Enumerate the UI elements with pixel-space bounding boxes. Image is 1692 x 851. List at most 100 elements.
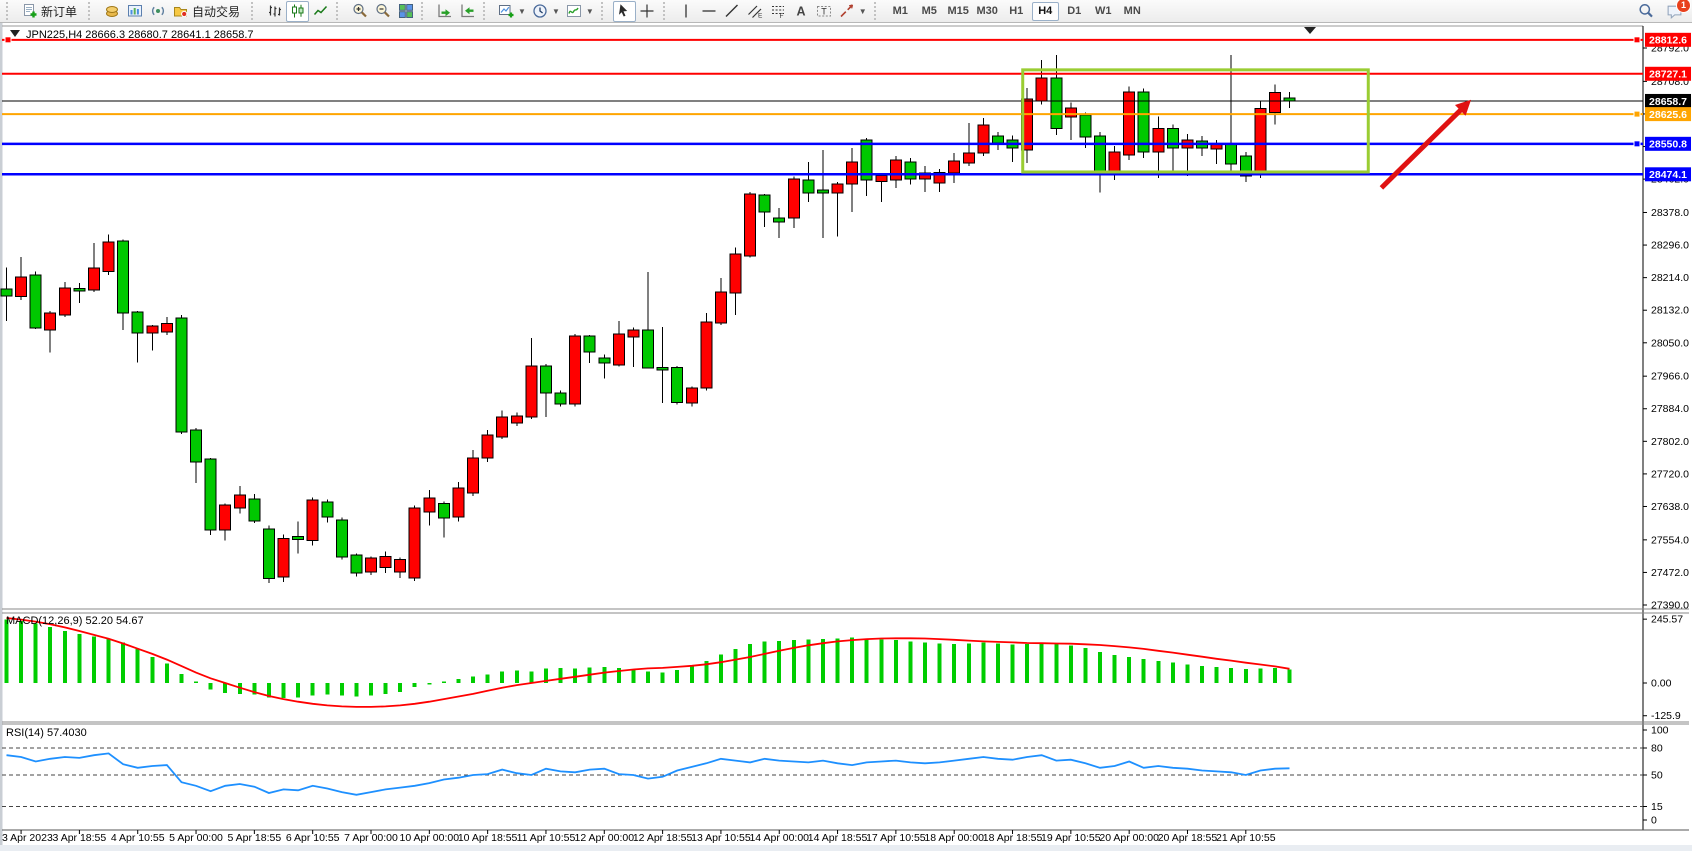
autotrade-icon: [173, 3, 189, 19]
deposit-button[interactable]: [100, 1, 123, 22]
svg-text:5 Apr 18:55: 5 Apr 18:55: [228, 832, 282, 844]
line-handle[interactable]: [1634, 37, 1640, 43]
vline-icon: [678, 3, 694, 19]
svg-text:27472.0: 27472.0: [1651, 567, 1689, 579]
svg-text:100: 100: [1651, 725, 1669, 737]
svg-text:5 Apr 00:00: 5 Apr 00:00: [169, 832, 223, 844]
new-order-button-label: 新订单: [41, 3, 77, 20]
zoom-out-button[interactable]: [371, 1, 394, 22]
cursor-button[interactable]: [613, 1, 636, 22]
line-handle[interactable]: [5, 37, 11, 43]
time-axis: 3 Apr 20233 Apr 18:554 Apr 10:555 Apr 00…: [2, 830, 1276, 844]
svg-text:18 Apr 00:00: 18 Apr 00:00: [924, 832, 984, 844]
cursor-icon: [616, 3, 632, 19]
candlestick-icon: [290, 3, 306, 19]
deposit-icon: [104, 3, 120, 19]
svg-text:T: T: [822, 6, 828, 16]
svg-text:28050.0: 28050.0: [1651, 337, 1689, 349]
timeframe-h1-button[interactable]: H1: [1003, 2, 1030, 21]
crosshair-button[interactable]: [636, 1, 659, 22]
window-left-edge: [0, 23, 3, 851]
svg-text:28658.7: 28658.7: [1649, 96, 1687, 108]
timeframe-m5-button[interactable]: M5: [916, 2, 943, 21]
crosshair-icon: [639, 3, 655, 19]
shapes-icon: [839, 3, 855, 19]
timeframe-m30-button[interactable]: M30: [974, 2, 1001, 21]
svg-text:27638.0: 27638.0: [1651, 501, 1689, 513]
market-watch-button[interactable]: [123, 1, 146, 22]
timeframe-w1-button[interactable]: W1: [1090, 2, 1117, 21]
trendline-button[interactable]: [721, 1, 744, 22]
line-handle[interactable]: [1634, 111, 1640, 117]
svg-text:7 Apr 00:00: 7 Apr 00:00: [344, 832, 398, 844]
auto-trading-button[interactable]: 自动交易: [169, 1, 247, 22]
periods-button[interactable]: ▼: [529, 1, 563, 22]
indicators-button[interactable]: ▼: [563, 1, 597, 22]
chevron-down-icon: ▼: [518, 7, 526, 16]
timeframe-m1-button[interactable]: M1: [887, 2, 914, 21]
svg-text:80: 80: [1651, 743, 1663, 755]
timeframe-h4-button[interactable]: H4: [1032, 2, 1059, 21]
signals-button[interactable]: [146, 1, 169, 22]
bar-chart-button[interactable]: [263, 1, 286, 22]
search-button[interactable]: [1634, 1, 1657, 22]
chart-shift-button[interactable]: [456, 1, 479, 22]
equidistant-channel-button[interactable]: E: [744, 1, 767, 22]
vertical-line-button[interactable]: [675, 1, 698, 22]
new-chart-button[interactable]: ▼: [495, 1, 529, 22]
candlestick-chart-button[interactable]: [286, 1, 309, 22]
svg-text:10 Apr 00:00: 10 Apr 00:00: [400, 832, 460, 844]
zoom-out-icon: [375, 3, 391, 19]
line-handle[interactable]: [1634, 141, 1640, 147]
timeframe-m15-button[interactable]: M15: [945, 2, 972, 21]
text-label-button[interactable]: T: [813, 1, 836, 22]
chart-title: JPN225,H4 28666.3 28680.7 28641.1 28658.…: [26, 29, 254, 41]
svg-text:0: 0: [1651, 815, 1657, 827]
svg-text:28474.1: 28474.1: [1649, 169, 1687, 181]
svg-text:28812.6: 28812.6: [1649, 35, 1687, 47]
svg-text:27720.0: 27720.0: [1651, 468, 1689, 480]
svg-text:28132.0: 28132.0: [1651, 305, 1689, 317]
svg-text:27966.0: 27966.0: [1651, 371, 1689, 383]
auto-trading-button-label: 自动交易: [192, 3, 240, 20]
notification-badge: 1: [1676, 0, 1691, 13]
svg-text:A: A: [797, 5, 806, 19]
line-chart-icon: [313, 3, 329, 19]
svg-text:4 Apr 10:55: 4 Apr 10:55: [111, 832, 165, 844]
svg-text:245.57: 245.57: [1651, 614, 1683, 626]
svg-text:27884.0: 27884.0: [1651, 403, 1689, 415]
toolbar-right: 1: [1634, 1, 1692, 22]
zoom-in-button[interactable]: [348, 1, 371, 22]
new-order-button[interactable]: 新订单: [18, 1, 84, 22]
svg-text:27554.0: 27554.0: [1651, 534, 1689, 546]
svg-text:28625.6: 28625.6: [1649, 109, 1687, 121]
rsi-label: RSI(14) 57.4030: [6, 727, 87, 739]
timeframe-mn-button[interactable]: MN: [1119, 2, 1146, 21]
svg-text:20 Apr 00:00: 20 Apr 00:00: [1099, 832, 1159, 844]
label-icon: T: [816, 3, 832, 19]
bar-chart-icon: [267, 3, 283, 19]
search-icon: [1638, 3, 1654, 19]
mt4-window: 新订单自动交易▼▼▼EFAT▼M1M5M15M30H1H4D1W1MN1 287…: [0, 0, 1692, 851]
svg-text:3 Apr 18:55: 3 Apr 18:55: [53, 832, 107, 844]
toolbar-group-grip: [421, 2, 430, 20]
notifications-button[interactable]: 1: [1663, 1, 1686, 22]
auto-scroll-button[interactable]: [433, 1, 456, 22]
tile-windows-button[interactable]: [394, 1, 417, 22]
text-button[interactable]: A: [790, 1, 813, 22]
horizontal-line-button[interactable]: [698, 1, 721, 22]
arrows-button[interactable]: ▼: [836, 1, 870, 22]
svg-text:12 Apr 00:00: 12 Apr 00:00: [574, 832, 634, 844]
svg-text:0.00: 0.00: [1651, 678, 1672, 690]
toolbar-group-grip: [874, 2, 883, 20]
chevron-down-icon: ▼: [859, 7, 867, 16]
toolbar-group-grip: [483, 2, 492, 20]
svg-text:13 Apr 10:55: 13 Apr 10:55: [691, 832, 751, 844]
toolbar-group-grip: [336, 2, 345, 20]
svg-text:20 Apr 18:55: 20 Apr 18:55: [1158, 832, 1218, 844]
line-chart-button[interactable]: [309, 1, 332, 22]
fibonacci-button[interactable]: F: [767, 1, 790, 22]
new-order-icon: [22, 3, 38, 19]
price-chart: 28792.028708.028626.028544.028462.028378…: [0, 23, 1692, 851]
timeframe-d1-button[interactable]: D1: [1061, 2, 1088, 21]
